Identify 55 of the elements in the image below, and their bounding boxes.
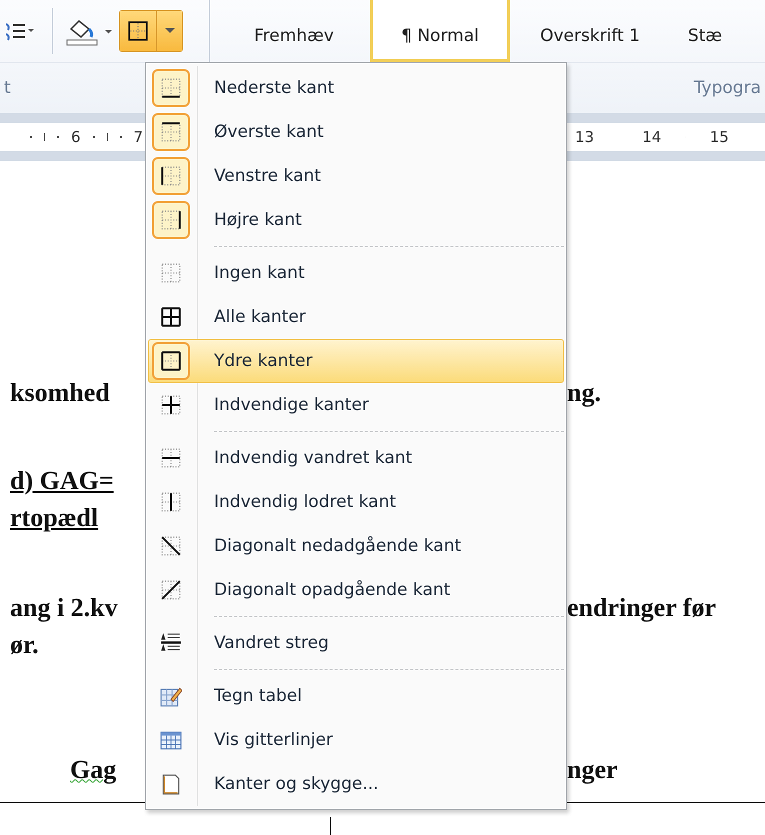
menu-item[interactable]: Øverste kant: [148, 110, 564, 154]
menu-item[interactable]: Vandret streg: [148, 621, 564, 665]
inside-vertical-border-icon: [160, 491, 182, 513]
document-text: ng.: [567, 378, 601, 406]
group-label: t: [4, 78, 11, 98]
draw-table-icon: [160, 685, 182, 707]
inside-borders-icon: [160, 394, 182, 416]
style-gallery-item[interactable]: Stæ: [670, 0, 740, 62]
ruler-number: 13: [575, 128, 594, 146]
menu-item[interactable]: Diagonalt opadgående kant: [148, 568, 564, 612]
menu-item[interactable]: Diagonalt nedadgående kant: [148, 524, 564, 568]
bottom-border-icon: [160, 77, 182, 99]
gridlines-icon: [160, 729, 182, 751]
document-text: ang i 2.kv: [10, 592, 118, 622]
menu-item[interactable]: Højre kant: [148, 198, 564, 242]
caret-icon: [164, 28, 174, 34]
all-borders-icon: [160, 306, 182, 328]
right-border-icon: [160, 209, 182, 231]
ruler-number: 7: [134, 128, 144, 146]
menu-item[interactable]: Alle kanter: [148, 295, 564, 339]
menu-item[interactable]: Ingen kant: [148, 251, 564, 295]
group-label: Typogra: [694, 78, 761, 98]
borders-button[interactable]: [120, 11, 156, 51]
top-border-icon: [160, 121, 182, 143]
document-text: endringer før: [567, 592, 716, 622]
menu-item[interactable]: Ydre kanter: [148, 339, 564, 383]
style-gallery-item[interactable]: ¶ Normal: [370, 0, 510, 62]
menu-item[interactable]: Vis gitterlinjer: [148, 718, 564, 762]
document-text: rtopædl: [10, 502, 98, 532]
menu-item[interactable]: Nederste kant: [148, 66, 564, 110]
borders-shading-icon: [160, 773, 182, 795]
diagonal-down-border-icon: [160, 535, 182, 557]
menu-item[interactable]: Indvendig lodret kant: [148, 480, 564, 524]
diagonal-up-border-icon: [160, 579, 182, 601]
inside-horizontal-border-icon: [160, 447, 182, 469]
ruler-number: 6: [71, 128, 81, 146]
borders-dropdown-button[interactable]: [156, 11, 182, 51]
style-gallery-item[interactable]: Overskrift 1: [510, 0, 670, 62]
document-text: Gag: [70, 754, 116, 784]
ruler-number: 14: [642, 128, 662, 146]
menu-item[interactable]: Tegn tabel: [148, 674, 564, 718]
menu-item[interactable]: Venstre kant: [148, 154, 564, 198]
menu-item[interactable]: Indvendig vandret kant: [148, 436, 564, 480]
no-border-icon: [160, 262, 182, 284]
ruler-number: 15: [710, 128, 729, 146]
style-gallery-item[interactable]: Fremhæv: [218, 0, 370, 62]
outside-borders-icon: [160, 350, 182, 372]
document-text: ør.: [10, 630, 39, 658]
menu-item[interactable]: Indvendige kanter: [148, 383, 564, 427]
document-text: ksomhed: [10, 378, 110, 406]
borders-icon: [127, 20, 149, 42]
document-text: d) GAG=: [10, 466, 114, 494]
document-text: nger: [567, 754, 618, 784]
left-border-icon: [160, 165, 182, 187]
menu-item[interactable]: Kanter og skygge...: [148, 762, 564, 806]
